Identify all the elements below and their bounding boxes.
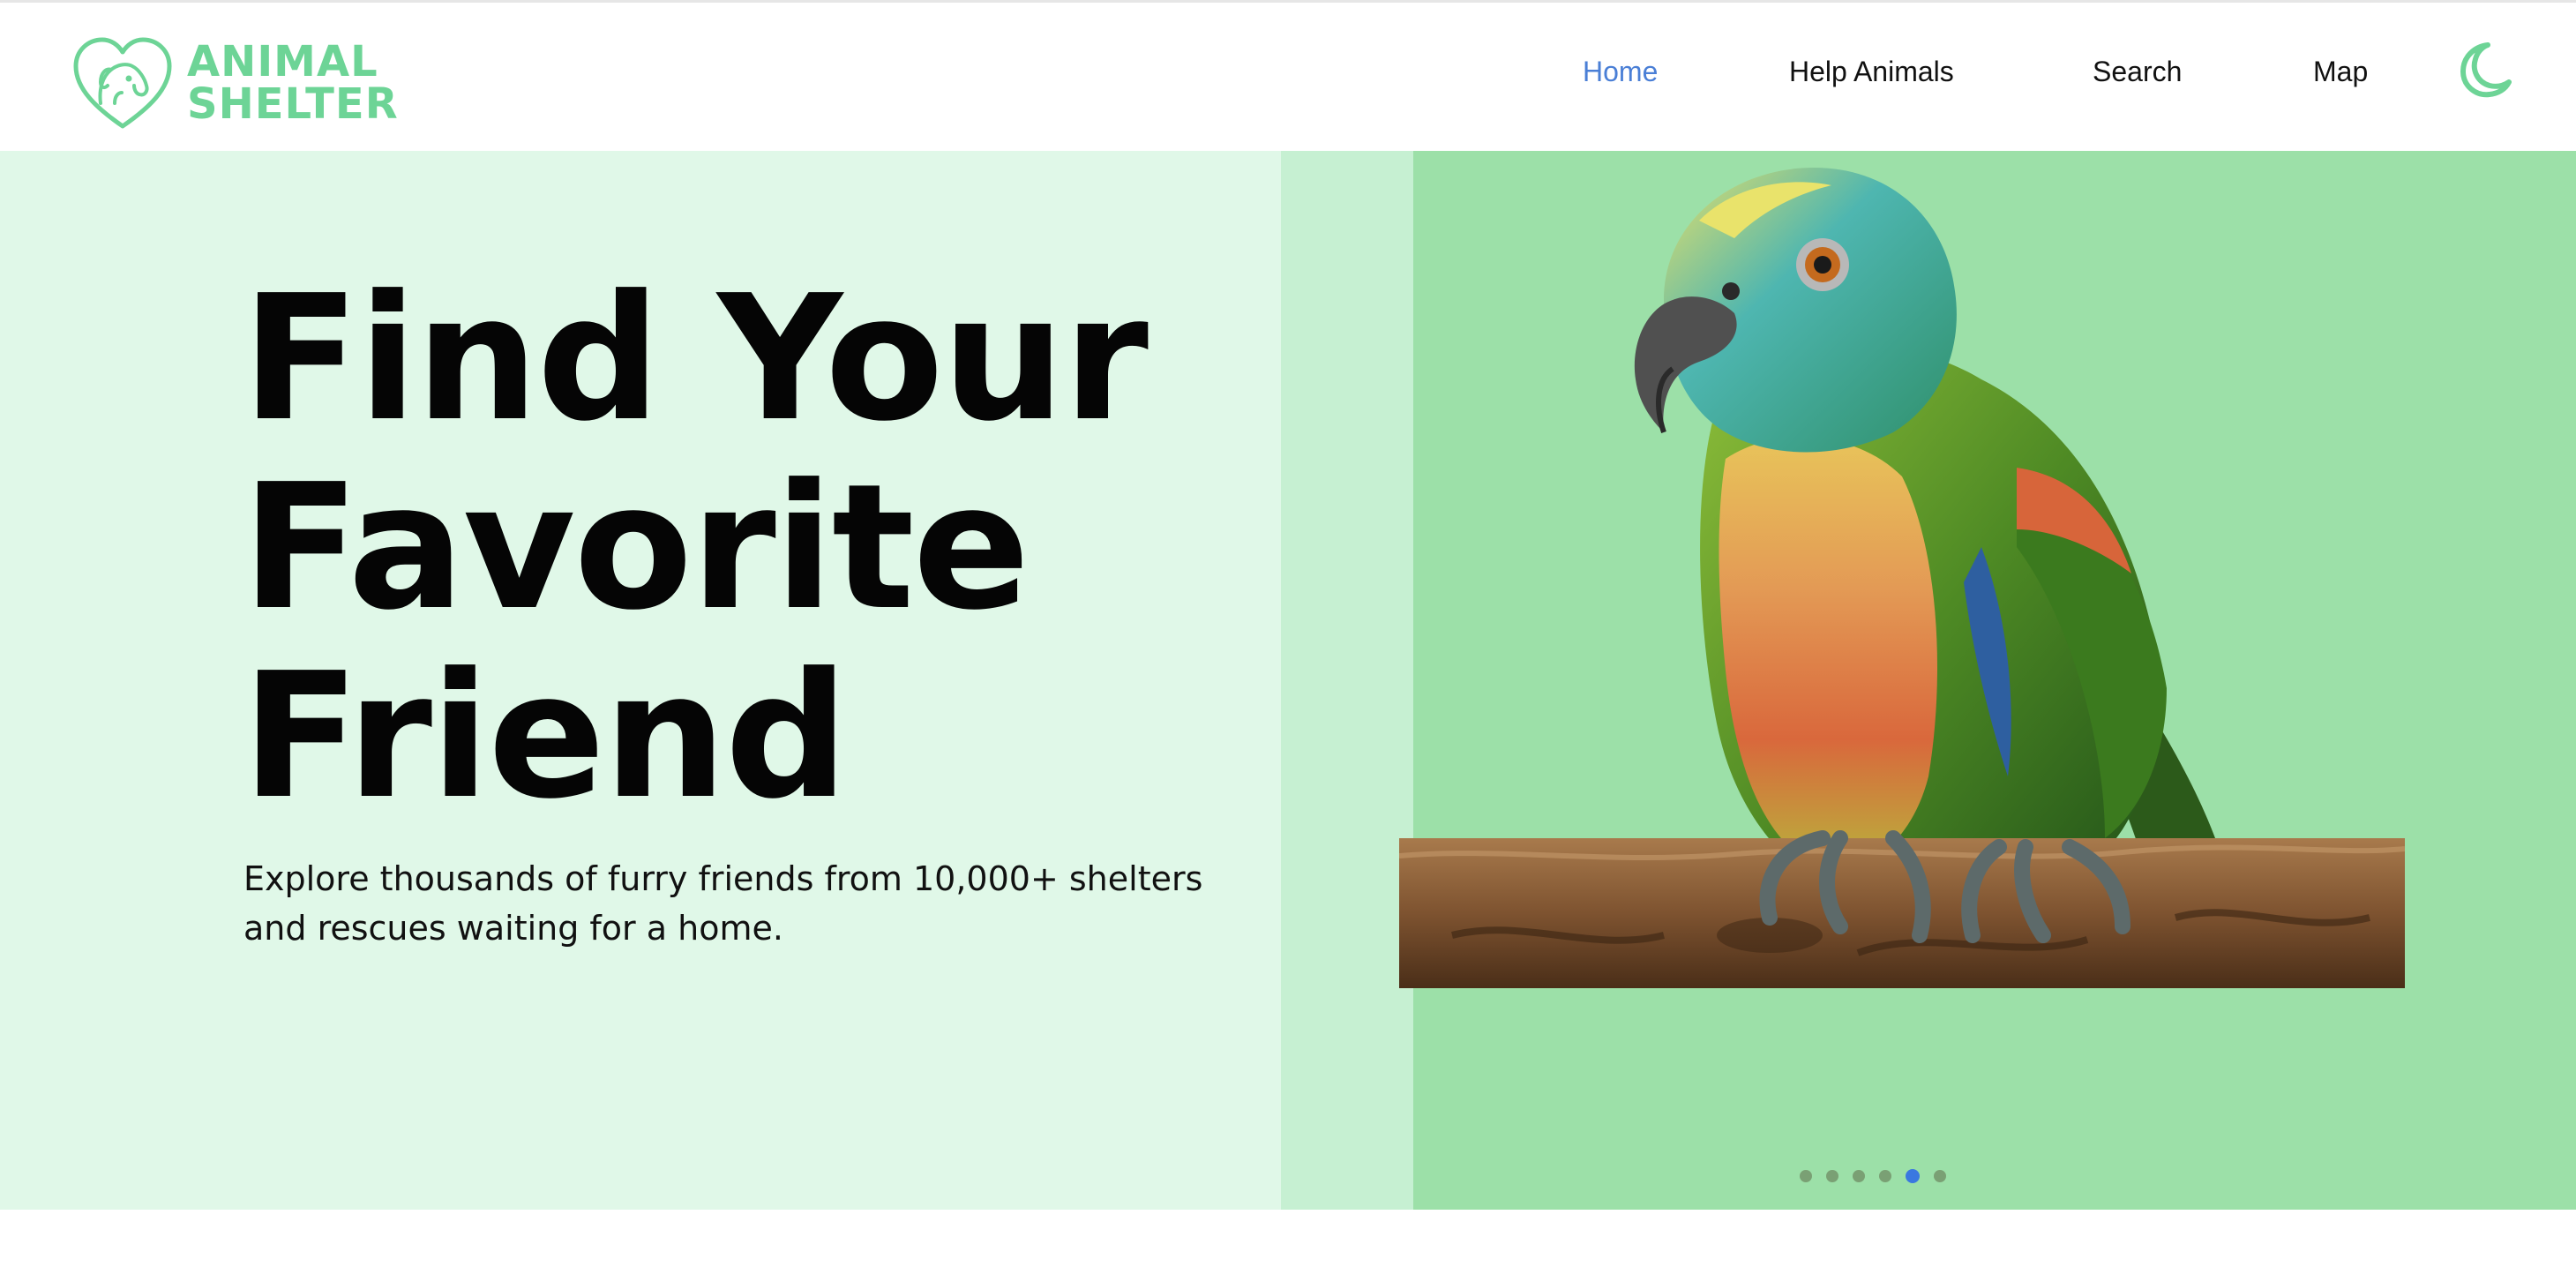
carousel-dot[interactable] bbox=[1853, 1170, 1865, 1182]
headline-line-1: Find Your bbox=[242, 259, 1149, 460]
subtext-line-2: and rescues waiting for a home. bbox=[243, 909, 783, 948]
logo[interactable]: ANIMAL SHELTER bbox=[71, 34, 399, 131]
logo-line-1: ANIMAL bbox=[187, 37, 378, 86]
carousel-dot[interactable] bbox=[1934, 1170, 1946, 1182]
heart-dog-icon bbox=[73, 37, 172, 129]
nav-search[interactable]: Search bbox=[2093, 50, 2182, 93]
hero-divider-strip bbox=[1281, 151, 1413, 1210]
moon-icon[interactable] bbox=[2452, 38, 2516, 101]
nav-help-animals[interactable]: Help Animals bbox=[1789, 50, 1954, 93]
hero-headline: Find Your Favorite Friend bbox=[242, 265, 1256, 831]
logo-line-2: SHELTER bbox=[187, 79, 399, 129]
parrot-image bbox=[1399, 168, 2405, 988]
headline-line-2: Favorite bbox=[242, 447, 1030, 648]
page-bottom bbox=[0, 1210, 2576, 1267]
headline-line-3: Friend bbox=[242, 636, 849, 837]
carousel-dot[interactable] bbox=[1879, 1170, 1891, 1182]
carousel-dot[interactable] bbox=[1800, 1170, 1812, 1182]
subtext-line-1: Explore thousands of furry friends from … bbox=[243, 859, 1203, 898]
nav-home[interactable]: Home bbox=[1583, 50, 1658, 93]
nav-map[interactable]: Map bbox=[2313, 50, 2368, 93]
logo-text: ANIMAL SHELTER bbox=[187, 41, 399, 125]
carousel-dot[interactable] bbox=[1826, 1170, 1838, 1182]
carousel-dot-active[interactable] bbox=[1906, 1169, 1920, 1183]
hero-subtext: Explore thousands of furry friends from … bbox=[243, 854, 1258, 953]
carousel-indicators bbox=[1800, 1169, 1946, 1183]
